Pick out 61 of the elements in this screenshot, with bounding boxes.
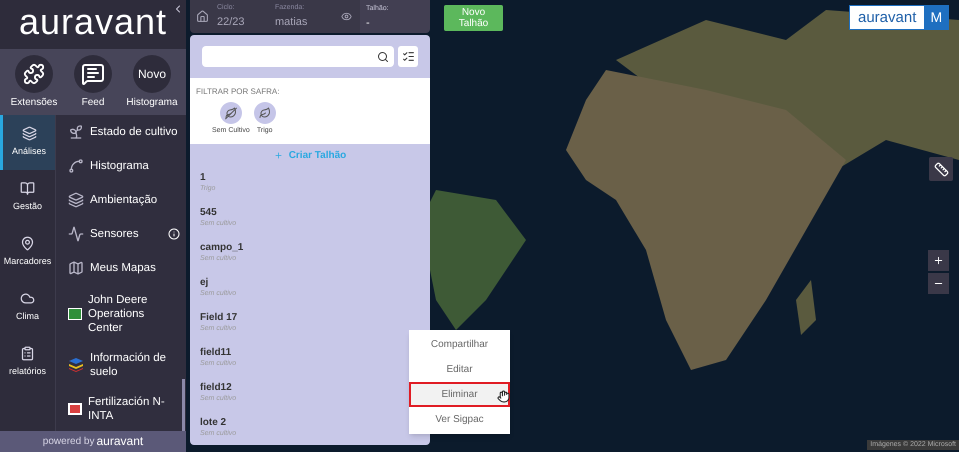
scrollbar-thumb[interactable] [182,378,185,431]
book-icon [20,180,35,196]
puzzle-icon [15,54,53,92]
farm-value[interactable]: matias [275,14,333,30]
submenu-item[interactable]: Fertilización N-INTA [68,386,180,431]
home-icon[interactable] [196,10,209,23]
pin-icon [20,236,35,251]
powered-by-text: powered by [42,434,94,449]
submenu-item[interactable]: Meus Mapas [68,250,180,285]
auravant-logo: auravant [18,4,168,40]
stacked-layers-icon [68,356,84,373]
layers-icon [68,192,84,208]
shortcut-button[interactable]: Extensões [8,54,60,115]
nav-rail-item[interactable]: Análises [0,114,55,170]
feed-icon [74,54,112,92]
plus-icon [933,255,944,266]
curve-icon [68,158,84,174]
crossed-sprout-icon [220,102,242,124]
tractor-logo-icon [68,308,82,320]
submenu-item[interactable]: John Deere Operations Center [68,284,180,343]
submenu-item[interactable]: Información de suelo [68,342,180,387]
context-menu-item[interactable]: Compartilhar [409,332,510,357]
cloud-icon [20,290,35,306]
nav-rail-item[interactable]: Clima [0,280,55,335]
ruler-icon [934,162,948,176]
submenu-item[interactable]: Estado de cultivo [68,114,180,149]
context-menu-item[interactable]: Editar [409,357,510,382]
zoom-in-button[interactable] [928,250,949,271]
nav-rail-item[interactable]: Marcadores [0,224,55,280]
pulse-icon [68,226,84,242]
shortcut-button[interactable]: Feed [67,54,119,115]
submenu-item[interactable]: Histograma [68,148,180,183]
ruler-button[interactable] [929,157,953,181]
context-menu-item[interactable]: Ver Sigpac [409,407,510,432]
submenu-item[interactable]: Sensores [68,216,180,251]
search-icon[interactable] [377,50,389,62]
plant-icon [68,124,84,140]
eye-icon[interactable] [341,11,352,22]
map-icon [68,260,84,276]
info-icon [168,228,180,240]
search-field[interactable] [202,46,394,67]
nav-rail-item[interactable]: Gestão [0,170,55,225]
auravant-badge-logo: auravant [857,8,918,28]
nav-rail-item[interactable]: relatórios [0,334,55,390]
shortcut-button[interactable]: Novo Histograma [126,54,178,115]
filter-title: FILTRAR POR SAFRA: [196,86,280,98]
context-menu-item[interactable]: Eliminar [409,382,510,407]
submenu-item[interactable]: Ambientação [68,182,180,217]
new-label: Novo [138,66,166,82]
clipboard-icon [20,346,35,361]
cycle-value[interactable]: 22/23 [217,14,267,30]
sprout-icon [254,102,276,124]
pointer-cursor-icon [497,390,510,403]
plus-icon [274,151,283,160]
list-view-button[interactable] [398,46,418,67]
checklist-icon [402,50,414,63]
auravant-footer-logo: auravant [96,433,144,450]
flag-logo-icon [68,402,82,415]
layers-icon [22,126,36,141]
island-landmass [796,280,816,335]
user-avatar[interactable]: M [924,6,948,29]
